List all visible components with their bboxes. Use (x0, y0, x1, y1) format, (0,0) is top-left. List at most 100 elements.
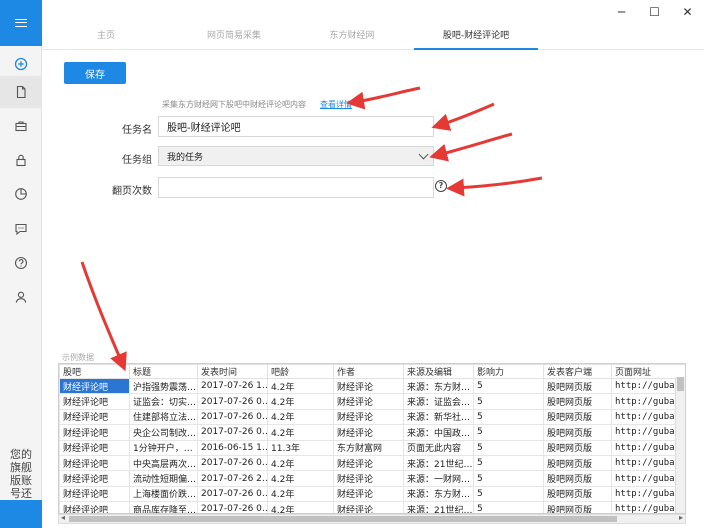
table-row[interactable]: 财经评论吧 流动性短期偏… 2017-07-26 2… 4.2年 财经评论 来源：一财网…… (59, 470, 685, 487)
table-cell[interactable]: 2017-07-26 0… (197, 408, 268, 426)
table-row[interactable]: 财经评论吧 上海楼面价跌… 2017-07-26 0… 4.2年 财经评论 来源：东方财…… (59, 485, 685, 503)
table-cell[interactable]: 股吧网页版 (543, 424, 612, 441)
table-cell[interactable]: 股吧网页版 (543, 454, 612, 472)
close-button[interactable]: ✕ (671, 0, 704, 24)
table-cell[interactable]: 4.2年 (267, 424, 334, 441)
tab-simple-collect[interactable]: 网页简易采集 (194, 26, 274, 50)
sidebar-item-stats[interactable] (0, 178, 42, 210)
table-cell[interactable]: 来源：中国政… (403, 424, 474, 441)
table-cell[interactable]: 2017-07-26 0… (197, 424, 268, 441)
minimize-button[interactable]: ─ (605, 0, 638, 24)
table-cell[interactable]: 财经评论 (333, 393, 404, 410)
column-header[interactable]: 标题 (129, 364, 198, 379)
table-cell[interactable]: 商品库存降至… (129, 501, 198, 513)
table-row[interactable]: 财经评论吧 证监会：切实… 2017-07-26 0… 4.2年 财经评论 来源：证监会…… (59, 393, 685, 410)
table-cell[interactable]: 股吧网页版 (543, 470, 612, 487)
table-cell[interactable]: 4.2年 (267, 377, 334, 395)
scroll-right-icon[interactable]: ▸ (679, 513, 683, 522)
table-cell[interactable]: 财经评论吧 (59, 470, 130, 487)
table-cell[interactable]: 财经评论吧 (59, 439, 130, 456)
tab-eastmoney[interactable]: 东方财经网 (314, 26, 390, 50)
table-cell[interactable]: 股吧网页版 (543, 439, 612, 456)
column-header[interactable]: 影响力 (473, 364, 544, 379)
table-cell[interactable]: 财经评论 (333, 470, 404, 487)
table-cell[interactable]: 5 (473, 393, 544, 410)
sidebar-item-security[interactable] (0, 144, 42, 176)
vertical-scrollbar[interactable] (675, 377, 685, 513)
sidebar-item-toolbox[interactable] (0, 110, 42, 142)
column-header[interactable]: 来源及编辑 (403, 364, 474, 379)
tab-home[interactable]: 主页 (76, 26, 136, 50)
table-cell[interactable]: 来源：新华社… (403, 408, 474, 426)
table-cell[interactable]: 来源：21世纪… (403, 501, 474, 513)
task-group-select[interactable]: 我的任务 (158, 146, 434, 166)
table-cell[interactable]: 财经评论吧 (59, 454, 130, 472)
table-cell[interactable]: 4.2年 (267, 408, 334, 426)
table-cell[interactable]: 2017-07-26 0… (197, 393, 268, 410)
table-cell[interactable]: 4.2年 (267, 454, 334, 472)
table-cell[interactable]: 4.2年 (267, 470, 334, 487)
column-header[interactable]: 吧龄 (267, 364, 334, 379)
sidebar-bottom-bar[interactable] (0, 500, 42, 528)
table-cell[interactable]: 11.3年 (267, 439, 334, 456)
table-row[interactable]: 财经评论吧 商品库存降至… 2017-07-26 0… 4.2年 财经评论 来源：21世纪… (59, 501, 685, 513)
table-row[interactable]: 财经评论吧 1分钟开户，… 2016-06-15 1… 11.3年 东方财富网 页面无此内… (59, 439, 685, 456)
table-row[interactable]: 财经评论吧 沪指强势震荡… 2017-07-26 1… 4.2年 财经评论 来源：东方财…… (59, 377, 685, 395)
table-cell[interactable]: 财经评论吧 (59, 485, 130, 503)
table-cell[interactable]: 1分钟开户，… (129, 439, 198, 456)
table-cell[interactable]: 股吧网页版 (543, 393, 612, 410)
table-cell[interactable]: 财经评论 (333, 454, 404, 472)
horizontal-scrollbar[interactable]: ◂ ▸ (58, 513, 686, 524)
table-cell[interactable]: 来源：东方财… (403, 377, 474, 395)
view-details-link[interactable]: 查看详情 (320, 99, 352, 110)
table-cell[interactable]: 2017-07-26 0… (197, 454, 268, 472)
table-cell[interactable]: 4.2年 (267, 485, 334, 503)
column-header[interactable]: 发表时间 (197, 364, 268, 379)
table-cell[interactable]: 股吧网页版 (543, 501, 612, 513)
table-cell[interactable]: 5 (473, 377, 544, 395)
table-cell[interactable]: 沪指强势震荡… (129, 377, 198, 395)
table-cell[interactable]: 页面无此内容 (403, 439, 474, 456)
save-button[interactable]: 保存 (64, 62, 126, 84)
table-cell[interactable]: 2017-07-26 2… (197, 470, 268, 487)
table-cell[interactable]: 5 (473, 424, 544, 441)
table-cell[interactable]: 5 (473, 470, 544, 487)
table-cell[interactable]: 央企公司制改… (129, 424, 198, 441)
table-cell[interactable]: 来源：证监会… (403, 393, 474, 410)
table-cell[interactable]: 财经评论吧 (59, 377, 130, 395)
table-row[interactable]: 财经评论吧 中央高层两次… 2017-07-26 0… 4.2年 财经评论 来源：21世纪… (59, 454, 685, 472)
page-turns-input[interactable] (158, 177, 434, 198)
table-cell[interactable]: 来源：东方财… (403, 485, 474, 503)
table-cell[interactable]: 5 (473, 454, 544, 472)
table-cell[interactable]: 股吧网页版 (543, 485, 612, 503)
table-row[interactable]: 财经评论吧 央企公司制改… 2017-07-26 0… 4.2年 财经评论 来源：中国政…… (59, 424, 685, 441)
vertical-scroll-thumb[interactable] (677, 377, 684, 391)
table-cell[interactable]: 来源：21世纪… (403, 454, 474, 472)
table-cell[interactable]: 财经评论 (333, 408, 404, 426)
table-cell[interactable]: 财经评论 (333, 424, 404, 441)
sidebar-item-messages[interactable] (0, 213, 42, 245)
table-cell[interactable]: 2017-07-26 0… (197, 501, 268, 513)
table-cell[interactable]: 4.2年 (267, 393, 334, 410)
column-header[interactable]: 股吧 (59, 364, 130, 379)
help-icon[interactable]: ? (435, 180, 447, 192)
table-cell[interactable]: 股吧网页版 (543, 408, 612, 426)
maximize-button[interactable]: ☐ (638, 0, 671, 24)
table-cell[interactable]: 证监会：切实… (129, 393, 198, 410)
table-cell[interactable]: 2016-06-15 1… (197, 439, 268, 456)
table-cell[interactable]: 2017-07-26 1… (197, 377, 268, 395)
sidebar-item-tasks[interactable] (0, 76, 42, 108)
table-cell[interactable]: 5 (473, 485, 544, 503)
table-cell[interactable]: 财经评论吧 (59, 408, 130, 426)
table-cell[interactable]: 财经评论 (333, 485, 404, 503)
table-cell[interactable]: 来源：一财网… (403, 470, 474, 487)
scroll-left-icon[interactable]: ◂ (61, 513, 65, 522)
table-cell[interactable]: 中央高层两次… (129, 454, 198, 472)
column-header[interactable]: 发表客户端 (543, 364, 612, 379)
tab-guba-review[interactable]: 股吧-财经评论吧 (414, 26, 538, 50)
table-cell[interactable]: 流动性短期偏… (129, 470, 198, 487)
sidebar-item-account[interactable] (0, 281, 42, 313)
column-header[interactable]: 作者 (333, 364, 404, 379)
table-cell[interactable]: 财经评论吧 (59, 393, 130, 410)
horizontal-scroll-thumb[interactable] (69, 516, 617, 522)
